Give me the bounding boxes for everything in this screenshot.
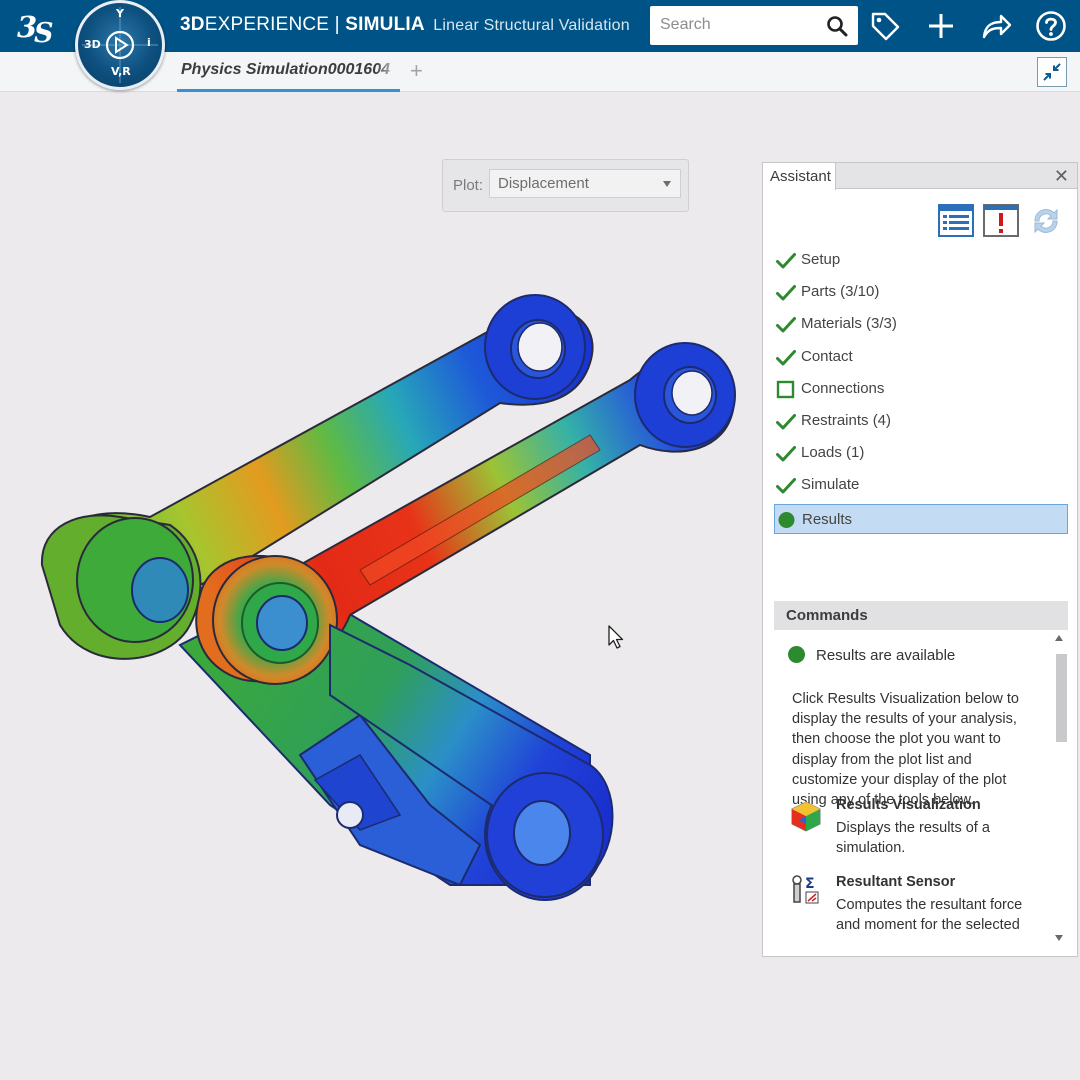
scroll-thumb[interactable] (1056, 654, 1067, 742)
step-label: Loads (1) (801, 444, 865, 462)
lower-link-bore (513, 800, 571, 866)
search-icon[interactable] (826, 15, 848, 37)
app-title: 3DEXPERIENCE | SIMULIA Linear Structural… (180, 14, 630, 36)
resultant-sensor-desc: Computes the resultant force and moment … (836, 897, 1023, 933)
step-setup[interactable]: Setup (774, 245, 1068, 277)
svg-text:S: S (34, 18, 54, 46)
results-visualization-title: Results Visualization (836, 797, 981, 813)
status-dot-icon (777, 510, 797, 530)
step-label: Restraints (4) (801, 411, 892, 429)
check-icon (776, 444, 796, 464)
brand-rest: EXPERIENCE (204, 14, 330, 35)
app-name: Linear Structural Validation (433, 17, 630, 34)
plot-dropdown-value: Displacement (498, 175, 589, 192)
step-label: Connections (801, 379, 885, 397)
product-name: SIMULIA (345, 14, 425, 35)
commands-header: Commands (774, 601, 1068, 630)
plot-label: Plot: (453, 177, 484, 194)
model-viewport[interactable] (30, 285, 740, 905)
title-separator: | (334, 14, 340, 35)
compass-label-left: 3D (84, 38, 101, 51)
resultant-sensor-icon: Σ (792, 875, 819, 904)
collapse-button[interactable] (1037, 57, 1067, 87)
assistant-header: Assistant ✕ (763, 163, 1077, 190)
compass-label-right: i (147, 36, 151, 49)
commands-scrollbar[interactable] (1052, 630, 1068, 953)
step-restraints-4[interactable]: Restraints (4) (774, 406, 1068, 438)
warning-icon[interactable] (983, 203, 1019, 239)
empty-checkbox-icon (776, 380, 796, 400)
check-icon (776, 348, 796, 368)
commands-description: Click Results Visualization below to dis… (792, 691, 1020, 809)
share-icon[interactable] (979, 9, 1013, 43)
workflow-steps: Setup Parts (3/10) Materials (3/3) Contact C… (774, 245, 1068, 534)
results-visualization-icon (791, 801, 821, 832)
commands-body: Results are available Click Results Visu… (774, 630, 1068, 953)
compass-icon[interactable]: Y 3D i V,R (75, 0, 165, 90)
step-label: Contact (801, 347, 853, 365)
refresh-icon[interactable] (1028, 203, 1064, 239)
plot-panel: Plot: Displacement (442, 159, 689, 212)
resultant-sensor-title: Resultant Sensor (836, 874, 956, 890)
step-label: Parts (3/10) (801, 283, 880, 301)
tag-icon[interactable] (868, 9, 902, 43)
tab-label: Physics Simulation0001604 (181, 61, 390, 78)
step-label: Setup (801, 251, 841, 268)
search-input[interactable] (660, 12, 820, 38)
scroll-up-icon[interactable] (1055, 635, 1063, 641)
check-icon (776, 251, 796, 271)
step-materials-3-3[interactable]: Materials (3/3) (774, 309, 1068, 341)
check-icon (776, 315, 796, 335)
list-view-icon[interactable] (938, 203, 974, 239)
step-results[interactable]: Results (774, 503, 1068, 534)
step-parts-3-10[interactable]: Parts (3/10) (774, 277, 1068, 309)
check-icon (776, 283, 796, 303)
compass-label-top: Y (116, 7, 124, 20)
step-loads-1[interactable]: Loads (1) (774, 438, 1068, 470)
brand-bold: 3D (180, 14, 205, 35)
svg-text:Σ: Σ (805, 876, 815, 892)
close-icon[interactable]: ✕ (1054, 166, 1069, 187)
results-status-text: Results are available (816, 647, 956, 664)
step-label: Simulate (801, 476, 860, 494)
plus-icon[interactable] (924, 9, 958, 43)
step-label: Materials (3/3) (801, 315, 897, 333)
tab-assistant[interactable]: Assistant (763, 163, 836, 190)
tab-physics-simulation[interactable]: Physics Simulation0001604 (177, 52, 400, 92)
check-icon (776, 412, 796, 432)
chevron-down-icon (663, 181, 671, 187)
plot-dropdown[interactable]: Displacement (489, 169, 681, 198)
add-tab-button[interactable]: + (410, 58, 423, 84)
compass-label-bottom: V,R (111, 65, 131, 78)
search-box[interactable] (650, 6, 858, 45)
collapse-icon (1043, 63, 1061, 81)
results-visualization-desc: Displays the results of a simulation. (836, 820, 990, 856)
status-dot-icon (788, 646, 805, 663)
assistant-panel: Assistant ✕ Setup Parts (3/10) Materials (… (762, 162, 1078, 957)
check-icon (776, 476, 796, 496)
step-contact[interactable]: Contact (774, 342, 1068, 374)
step-connections[interactable]: Connections (774, 374, 1068, 406)
commands-title: Commands (786, 607, 868, 624)
assistant-title: Assistant (770, 168, 831, 185)
step-simulate[interactable]: Simulate (774, 470, 1068, 502)
dassault-logo-icon[interactable]: 3 S (14, 6, 58, 49)
scroll-down-icon[interactable] (1055, 935, 1063, 941)
mouse-cursor-icon (608, 625, 624, 649)
commands-section: Commands Results are available Click Res… (774, 601, 1068, 953)
help-icon[interactable] (1034, 9, 1068, 43)
step-label: Results (802, 510, 853, 528)
tab-fade (376, 52, 400, 88)
